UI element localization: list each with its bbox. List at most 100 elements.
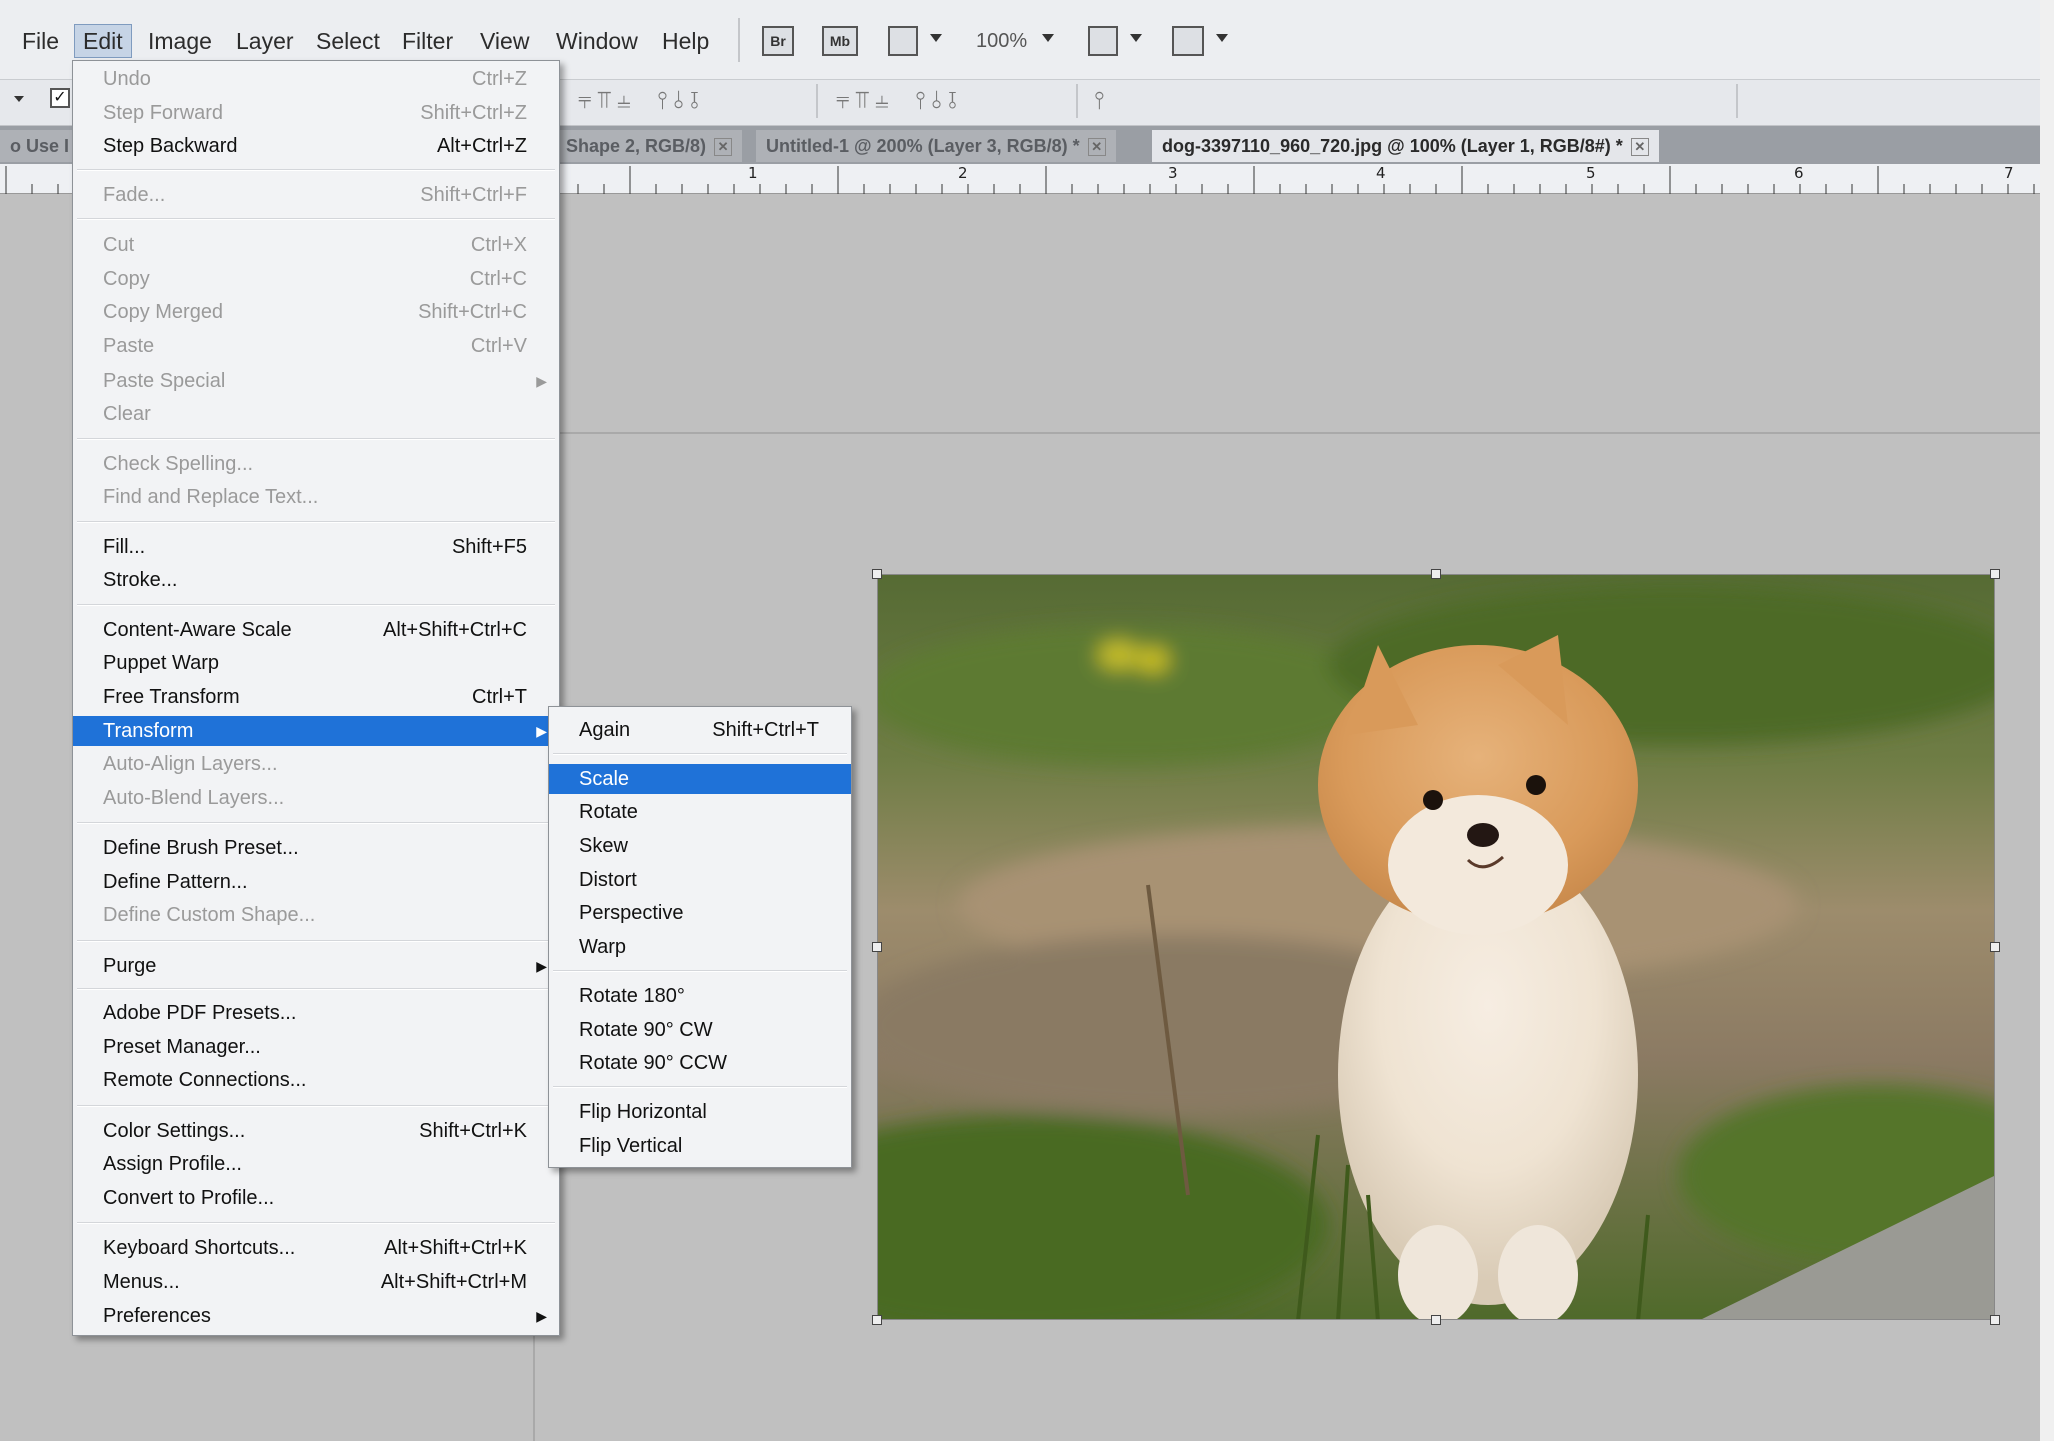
submenu-arrow-icon: ▶ (536, 723, 547, 739)
close-icon[interactable]: ✕ (714, 138, 733, 157)
menu-view[interactable]: View (472, 24, 537, 58)
edit-menu-item-preferences[interactable]: Preferences ▶ (73, 1301, 559, 1331)
edit-menu-item-paste-special: Paste Special ▶ (73, 366, 559, 396)
menu-item-label: Define Pattern... (103, 871, 248, 893)
chevron-down-icon[interactable] (1130, 34, 1142, 42)
options-separator (1076, 84, 1078, 118)
edit-menu-item-purge[interactable]: Purge ▶ (73, 951, 559, 981)
menu-separator (77, 1222, 555, 1224)
edit-menu-item-keyboard-shortcuts[interactable]: Keyboard Shortcuts... Alt+Shift+Ctrl+K (73, 1233, 559, 1263)
edit-menu-item-fill[interactable]: Fill... Shift+F5 (73, 532, 559, 562)
zoom-level[interactable]: 100% (976, 24, 1027, 58)
align-icons-group[interactable]: ⫧⫪⫨ ⫯⫰⫱ (578, 86, 705, 116)
edit-menu-item-puppet-warp[interactable]: Puppet Warp (73, 648, 559, 678)
edit-menu-item-copy: Copy Ctrl+C (73, 264, 559, 294)
transform-handle-middle-left[interactable] (872, 942, 882, 952)
transform-menu-item-skew[interactable]: Skew (549, 831, 851, 861)
edit-menu-item-preset-manager[interactable]: Preset Manager... (73, 1032, 559, 1062)
ruler-number: 4 (1376, 164, 1386, 182)
menu-item-label: Auto-Blend Layers... (103, 787, 285, 809)
dog-photo-layer[interactable] (877, 574, 1995, 1320)
edit-menu-item-transform[interactable]: Transform ▶ (73, 716, 559, 746)
edit-menu-item-stroke[interactable]: Stroke... (73, 565, 559, 595)
edit-menu-item-menus[interactable]: Menus... Alt+Shift+Ctrl+M (73, 1267, 559, 1297)
menu-item-label: Keyboard Shortcuts... (103, 1237, 296, 1259)
menu-image[interactable]: Image (140, 24, 220, 58)
menu-item-label: Again (579, 719, 631, 741)
tab-document-2[interactable]: Shape 2, RGB/8) ✕ (556, 130, 743, 162)
transform-handle-bottom-center[interactable] (1431, 1315, 1441, 1325)
transform-menu-item-scale[interactable]: Scale (549, 764, 851, 794)
transform-menu-item-rotate-90-ccw[interactable]: Rotate 90° CCW (549, 1048, 851, 1078)
menu-item-label: Flip Horizontal (579, 1101, 707, 1123)
transform-menu-item-warp[interactable]: Warp (549, 932, 851, 962)
auto-align-icon[interactable]: ⫯ (1094, 86, 1110, 116)
auto-select-checkbox[interactable]: ✓ (50, 88, 70, 108)
chevron-down-icon[interactable] (1216, 34, 1228, 42)
distribute-icons-group[interactable]: ⫧⫪⫨ ⫯⫰⫱ (836, 86, 963, 116)
edit-menu-item-define-brush-preset[interactable]: Define Brush Preset... (73, 833, 559, 863)
transform-menu-item-rotate[interactable]: Rotate (549, 797, 851, 827)
menu-separator (77, 169, 555, 171)
edit-menu-item-clear: Clear (73, 399, 559, 429)
menu-edit[interactable]: Edit (74, 24, 132, 58)
edit-menu-item-free-transform[interactable]: Free Transform Ctrl+T (73, 682, 559, 712)
transform-menu-item-flip-vertical[interactable]: Flip Vertical (549, 1131, 851, 1161)
chevron-down-icon[interactable] (1042, 34, 1054, 42)
menu-item-shortcut: Shift+Ctrl+K (419, 1120, 527, 1142)
menu-separator (77, 822, 555, 824)
ruler-number: 6 (1794, 164, 1804, 182)
screen-mode-icon[interactable] (888, 26, 918, 56)
tab-document-active[interactable]: dog-3397110_960_720.jpg @ 100% (Layer 1,… (1152, 130, 1659, 162)
menu-item-label: Perspective (579, 902, 684, 924)
menu-item-label: Rotate (579, 801, 638, 823)
edit-menu-item-color-settings[interactable]: Color Settings... Shift+Ctrl+K (73, 1116, 559, 1146)
dog-photo (878, 575, 1994, 1319)
workspace-icon[interactable] (1172, 26, 1204, 56)
edit-menu-item-step-backward[interactable]: Step Backward Alt+Ctrl+Z (73, 131, 559, 161)
transform-menu-item-flip-horizontal[interactable]: Flip Horizontal (549, 1097, 851, 1127)
menu-window[interactable]: Window (548, 24, 646, 58)
menu-file[interactable]: File (14, 24, 67, 58)
transform-handle-top-right[interactable] (1990, 569, 2000, 579)
edit-menu-item-assign-profile[interactable]: Assign Profile... (73, 1149, 559, 1179)
edit-menu-item-content-aware-scale[interactable]: Content-Aware Scale Alt+Shift+Ctrl+C (73, 615, 559, 645)
edit-menu: Undo Ctrl+Z Step Forward Shift+Ctrl+Z Step B… (72, 60, 560, 1336)
menu-item-label: Check Spelling... (103, 453, 254, 475)
arrange-icon[interactable] (1088, 26, 1118, 56)
minibridge-icon[interactable]: Mb (822, 26, 858, 56)
transform-handle-bottom-right[interactable] (1990, 1315, 2000, 1325)
close-icon[interactable]: ✕ (1087, 138, 1106, 157)
menu-item-label: Preset Manager... (103, 1036, 261, 1058)
transform-menu-item-rotate-180[interactable]: Rotate 180° (549, 981, 851, 1011)
transform-menu-item-again[interactable]: Again Shift+Ctrl+T (549, 715, 851, 745)
transform-handle-middle-right[interactable] (1990, 942, 2000, 952)
menu-item-label: Define Brush Preset... (103, 837, 299, 859)
menu-item-shortcut: Shift+Ctrl+Z (420, 102, 527, 124)
menu-filter[interactable]: Filter (394, 24, 461, 58)
close-icon[interactable]: ✕ (1630, 138, 1649, 157)
transform-handle-top-center[interactable] (1431, 569, 1441, 579)
bridge-icon[interactable]: Br (762, 26, 794, 56)
transform-menu-item-perspective[interactable]: Perspective (549, 898, 851, 928)
tab-document-1[interactable]: o Use I (0, 130, 80, 162)
transform-menu-item-distort[interactable]: Distort (549, 865, 851, 895)
tab-document-3[interactable]: Untitled-1 @ 200% (Layer 3, RGB/8) * ✕ (756, 130, 1116, 162)
menu-item-label: Free Transform (103, 686, 240, 708)
menu-item-label: Scale (579, 768, 630, 790)
chevron-down-icon[interactable] (930, 34, 942, 42)
transform-handle-bottom-left[interactable] (872, 1315, 882, 1325)
edit-menu-item-remote-connections[interactable]: Remote Connections... (73, 1065, 559, 1095)
edit-menu-item-convert-to-profile[interactable]: Convert to Profile... (73, 1183, 559, 1213)
tool-preset-chevron-icon[interactable] (14, 96, 24, 102)
edit-menu-item-adobe-pdf-presets[interactable]: Adobe PDF Presets... (73, 998, 559, 1028)
transform-handle-top-left[interactable] (872, 569, 882, 579)
edit-menu-item-define-pattern[interactable]: Define Pattern... (73, 867, 559, 897)
menu-item-label: Define Custom Shape... (103, 904, 316, 926)
transform-menu-item-rotate-90-cw[interactable]: Rotate 90° CW (549, 1015, 851, 1045)
menu-separator (77, 1105, 555, 1107)
menu-layer[interactable]: Layer (228, 24, 302, 58)
menu-separator (553, 1086, 847, 1088)
menu-help[interactable]: Help (654, 24, 717, 58)
menu-select[interactable]: Select (308, 24, 388, 58)
